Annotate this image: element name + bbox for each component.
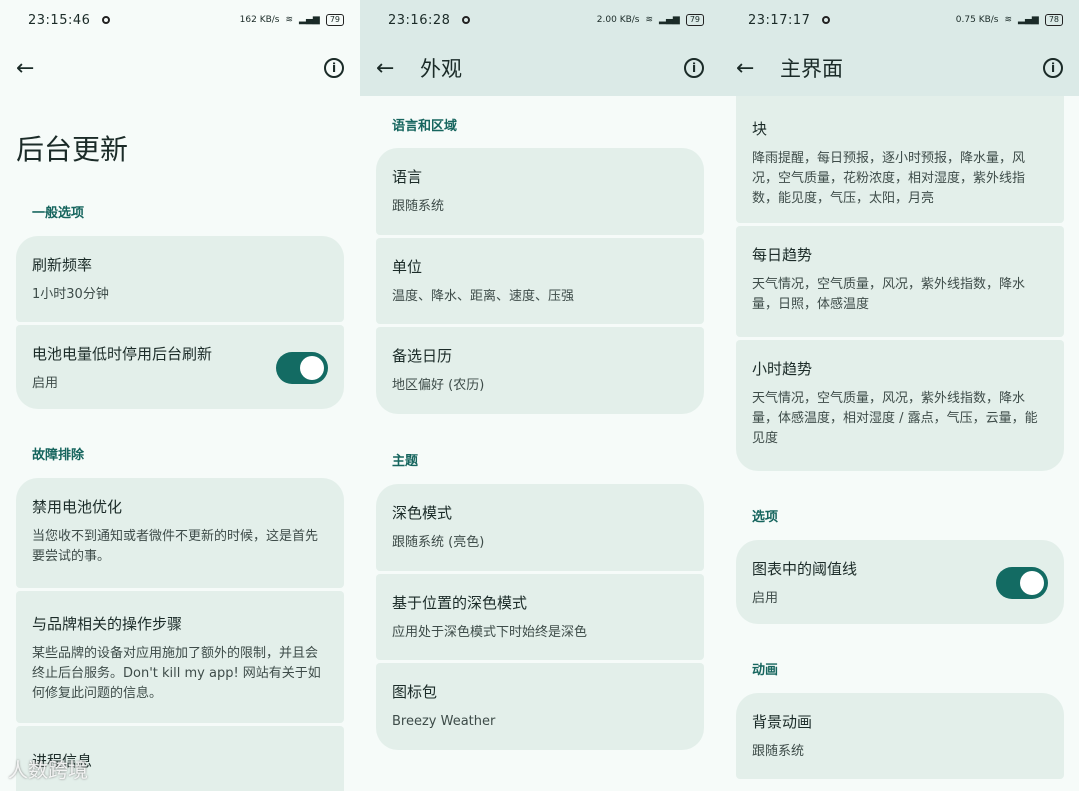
icon-pack-item[interactable]: 图标包 Breezy Weather: [376, 663, 704, 750]
brand-steps-item[interactable]: 与品牌相关的操作步骤 某些品牌的设备对应用施加了额外的限制，并且会终止后台服务。…: [16, 591, 344, 723]
battery-icon: 79: [685, 14, 704, 26]
units-item[interactable]: 单位 温度、降水、距离、速度、压强: [376, 238, 704, 324]
item-value: 跟随系统 (亮色): [392, 535, 485, 550]
section-options: 选项: [752, 510, 779, 525]
screen-background-update: 23:15:46 162 KB/s ≋ ▂▄▆ 79 ← i 后台更新 一般选项…: [0, 0, 360, 791]
item-title: 块: [752, 120, 768, 138]
section-language-region: 语言和区域: [392, 119, 458, 134]
battery-low-toggle[interactable]: [276, 352, 328, 384]
page-title: 后台更新: [16, 133, 129, 166]
item-title: 深色模式: [392, 504, 453, 522]
section-animation: 动画: [752, 663, 779, 678]
info-icon[interactable]: i: [684, 58, 704, 78]
app-bar: ← 主界面 i: [720, 40, 1079, 96]
section-theme: 主题: [392, 454, 419, 469]
screen-main-interface: 块 降雨提醒，每日预报，逐小时预报，降水量，风况，空气质量，花粉浓度，相对湿度，…: [720, 0, 1079, 791]
page-title: 主界面: [780, 57, 843, 81]
refresh-frequency-item[interactable]: 刷新频率 1小时30分钟: [16, 236, 344, 322]
signal-icon: ▂▄▆: [659, 15, 680, 25]
threshold-lines-item[interactable]: 图表中的阈值线 启用: [736, 540, 1064, 624]
watermark: 人数跨境: [8, 758, 88, 782]
back-arrow-icon[interactable]: ←: [16, 56, 44, 81]
network-speed: 0.75 KB/s: [955, 15, 999, 25]
item-value: 1小时30分钟: [32, 287, 109, 302]
item-value: 天气情况，空气质量，风况，紫外线指数，降水量，体感温度，相对湿度 / 露点，气压…: [752, 391, 1038, 446]
hourly-trend-item[interactable]: 小时趋势 天气情况，空气质量，风况，紫外线指数，降水量，体感温度，相对湿度 / …: [736, 340, 1064, 471]
item-value: 应用处于深色模式下时始终是深色: [392, 625, 588, 640]
blocks-item[interactable]: 块 降雨提醒，每日预报，逐小时预报，降水量，风况，空气质量，花粉浓度，相对湿度，…: [736, 82, 1064, 223]
page-title: 外观: [420, 57, 462, 81]
item-title: 图标包: [392, 683, 438, 701]
item-value: 跟随系统: [392, 199, 445, 214]
item-value: 降雨提醒，每日预报，逐小时预报，降水量，风况，空气质量，花粉浓度，相对湿度，紫外…: [752, 151, 1026, 206]
signal-icon: ▂▄▆: [299, 15, 320, 25]
status-bar: 23:15:46 162 KB/s ≋ ▂▄▆ 79: [0, 0, 360, 40]
background-animation-item[interactable]: 背景动画 跟随系统: [736, 693, 1064, 779]
section-general: 一般选项: [32, 206, 85, 221]
item-title: 刷新频率: [32, 256, 93, 274]
item-desc: 某些品牌的设备对应用施加了额外的限制，并且会终止后台服务。Don't kill …: [32, 646, 321, 701]
status-time: 23:15:46: [28, 12, 91, 28]
battery-low-item[interactable]: 电池电量低时停用后台刷新 启用: [16, 325, 344, 409]
dark-mode-item[interactable]: 深色模式 跟随系统 (亮色): [376, 484, 704, 571]
item-value: 天气情况，空气质量，风况，紫外线指数，降水量，日照，体感温度: [752, 277, 1026, 312]
status-bar: 23:17:17 0.75 KB/s ≋ ▂▄▆ 78: [720, 0, 1079, 40]
status-icons: 2.00 KB/s ≋ ▂▄▆ 79: [597, 14, 704, 26]
daily-trend-item[interactable]: 每日趋势 天气情况，空气质量，风况，紫外线指数，降水量，日照，体感温度: [736, 226, 1064, 337]
threshold-lines-toggle[interactable]: [996, 567, 1048, 599]
status-time: 23:17:17: [748, 12, 811, 28]
wifi-icon: ≋: [285, 15, 294, 25]
language-item[interactable]: 语言 跟随系统: [376, 148, 704, 235]
info-icon[interactable]: i: [324, 58, 344, 78]
item-value: Breezy Weather: [392, 714, 496, 729]
item-value: 跟随系统: [752, 744, 805, 759]
battery-icon: 79: [325, 14, 344, 26]
item-title: 背景动画: [752, 713, 813, 731]
network-speed: 2.00 KB/s: [596, 15, 640, 25]
status-bar: 23:16:28 2.00 KB/s ≋ ▂▄▆ 79: [360, 0, 720, 40]
status-icons: 162 KB/s ≋ ▂▄▆ 79: [240, 14, 344, 26]
item-title: 语言: [392, 168, 423, 186]
info-icon[interactable]: i: [1043, 58, 1063, 78]
wifi-icon: ≋: [645, 15, 654, 25]
item-desc: 当您收不到通知或者微件不更新的时候，这是首先要尝试的事。: [32, 529, 319, 564]
disable-battery-optimization-item[interactable]: 禁用电池优化 当您收不到通知或者微件不更新的时候，这是首先要尝试的事。: [16, 478, 344, 588]
item-title: 与品牌相关的操作步骤: [32, 615, 183, 633]
status-time: 23:16:28: [388, 12, 451, 28]
item-title: 备选日历: [392, 347, 453, 365]
back-arrow-icon[interactable]: ←: [736, 56, 764, 81]
screen-appearance: 23:16:28 2.00 KB/s ≋ ▂▄▆ 79 ← 外观 i 语言和区域…: [360, 0, 720, 791]
network-speed: 162 KB/s: [239, 15, 280, 25]
item-value: 温度、降水、距离、速度、压强: [392, 289, 575, 304]
item-title: 小时趋势: [752, 360, 813, 378]
item-title: 禁用电池优化: [32, 498, 123, 516]
notification-icon: [822, 16, 831, 24]
notification-icon: [102, 16, 111, 24]
app-bar: ← i: [0, 40, 360, 96]
location-dark-mode-item[interactable]: 基于位置的深色模式 应用处于深色模式下时始终是深色: [376, 574, 704, 660]
item-value: 地区偏好 (农历): [392, 378, 485, 393]
notification-icon: [462, 16, 471, 24]
app-bar: ← 外观 i: [360, 40, 720, 96]
signal-icon: ▂▄▆: [1018, 15, 1039, 25]
item-title: 每日趋势: [752, 246, 813, 264]
status-icons: 0.75 KB/s ≋ ▂▄▆ 78: [956, 14, 1063, 26]
back-arrow-icon[interactable]: ←: [376, 56, 404, 81]
section-troubleshoot: 故障排除: [32, 448, 85, 463]
item-title: 单位: [392, 258, 423, 276]
wifi-icon: ≋: [1004, 15, 1013, 25]
alternate-calendar-item[interactable]: 备选日历 地区偏好 (农历): [376, 327, 704, 414]
battery-icon: 78: [1044, 14, 1063, 26]
item-title: 基于位置的深色模式: [392, 594, 528, 612]
